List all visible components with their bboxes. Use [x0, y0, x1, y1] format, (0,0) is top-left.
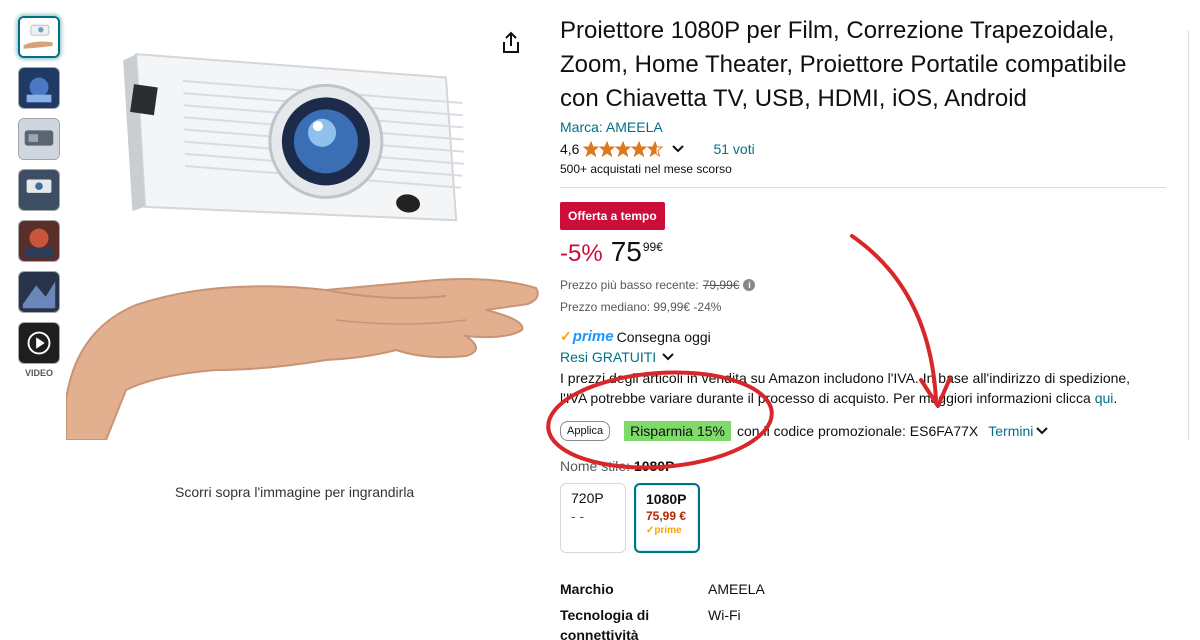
rating-stars[interactable] — [583, 141, 664, 157]
rating-value: 4,6 — [560, 141, 580, 157]
spec-row: Tecnologia di connettività Wi-Fi — [560, 607, 741, 640]
variant-720p[interactable]: 720P - - — [560, 483, 626, 553]
zoom-hint: Scorri sopra l'immagine per ingrandirla — [175, 484, 415, 500]
promo-row: Applica Risparmia 15% con il codice prom… — [560, 421, 1170, 441]
chevron-down-icon — [662, 353, 674, 361]
discount-percent: -5% — [560, 240, 603, 267]
bought-count: 500+ acquistati nel mese scorso — [560, 162, 732, 176]
price-whole: 75 — [610, 236, 642, 267]
deal-badge: Offerta a tempo — [560, 202, 665, 230]
thumbnail-strip: VIDEO — [18, 16, 62, 378]
price-fraction: 99€ — [642, 240, 663, 254]
thumbnail-1[interactable] — [18, 16, 60, 58]
star-icon — [615, 141, 632, 157]
product-details: Proiettore 1080P per Film, Correzione Tr… — [560, 14, 1170, 640]
divider — [560, 187, 1166, 188]
vat-info-link[interactable]: qui — [1095, 390, 1114, 406]
terms-link[interactable]: Termini — [988, 423, 1049, 439]
promo-code-text: con il codice promozionale: ES6FA77X — [737, 423, 979, 439]
free-returns-link[interactable]: Resi GRATUITI — [560, 349, 1170, 365]
style-label: Nome stile: 1080P — [560, 458, 675, 474]
star-icon — [599, 141, 616, 157]
price-row: -5% 75 99€ — [560, 236, 1170, 268]
variant-1080p[interactable]: 1080P 75,99 € ✓prime — [634, 483, 700, 553]
video-label: VIDEO — [24, 368, 53, 378]
thumbnail-6[interactable] — [18, 271, 60, 313]
specs-table: Marchio AMEELA Tecnologia di connettivit… — [560, 579, 1170, 640]
lowest-price: Prezzo più basso recente: 79,99€ i — [560, 278, 1170, 292]
main-product-image[interactable] — [65, 40, 542, 441]
thumbnail-video[interactable] — [18, 322, 60, 364]
right-edge-panel — [1188, 30, 1200, 440]
rating-row: 4,6 51 voti — [560, 141, 1170, 157]
prime-delivery: ✓ prime Consegna oggi — [560, 328, 711, 345]
style-variants: 720P - - 1080P 75,99 € ✓prime — [560, 483, 1170, 553]
product-title: Proiettore 1080P per Film, Correzione Tr… — [560, 17, 1127, 112]
thumbnail-4[interactable] — [18, 169, 60, 211]
apply-coupon-button[interactable]: Applica — [560, 421, 611, 441]
spec-row: Marchio AMEELA — [560, 581, 765, 597]
chevron-down-icon[interactable] — [671, 144, 685, 154]
prime-logo: ✓ prime — [560, 328, 614, 345]
star-icon — [583, 141, 600, 157]
ratings-count-link[interactable]: 51 voti — [713, 141, 754, 157]
chevron-down-icon — [1036, 427, 1049, 435]
thumbnail-2[interactable] — [18, 67, 60, 109]
share-icon[interactable] — [500, 31, 522, 55]
vat-note: I prezzi degli articoli in vendita su Am… — [560, 370, 1131, 406]
star-icon — [647, 141, 664, 157]
save-badge: Risparmia 15% — [624, 421, 732, 441]
star-icon — [631, 141, 648, 157]
brand-link[interactable]: Marca: AMEELA — [560, 119, 1170, 135]
thumbnail-5[interactable] — [18, 220, 60, 262]
thumbnail-3[interactable] — [18, 118, 60, 160]
median-price: Prezzo mediano: 99,99€ -24% — [560, 300, 722, 314]
info-icon[interactable]: i — [743, 279, 756, 291]
